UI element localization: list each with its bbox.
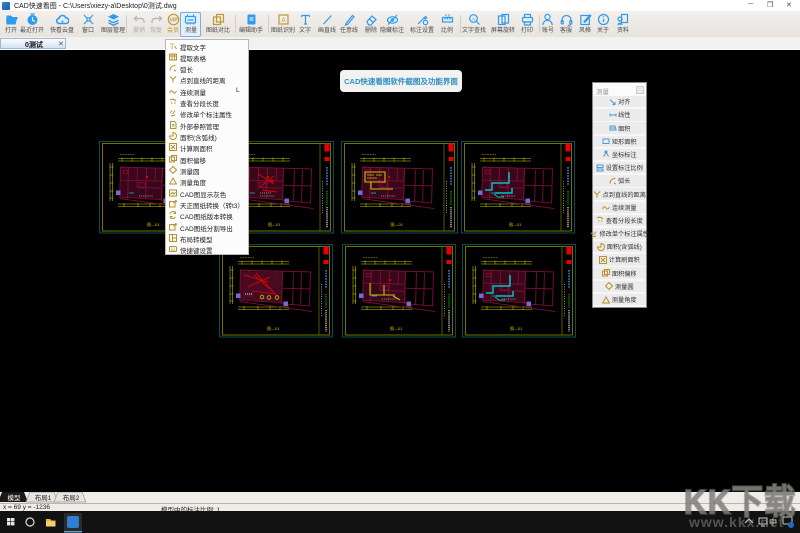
svg-text:布局2: 布局2 (63, 493, 80, 502)
svg-text:A: A (471, 16, 474, 21)
svg-text:图—01: 图—01 (509, 221, 522, 227)
svg-text:A:B: A:B (444, 14, 450, 18)
svg-text:图—01: 图—01 (147, 221, 160, 227)
svg-text:图—01: 图—01 (267, 325, 280, 331)
svg-text:布局1: 布局1 (35, 493, 52, 502)
svg-text:图—01: 图—01 (391, 221, 404, 227)
svg-text:模型: 模型 (8, 493, 22, 502)
svg-text:图—01: 图—01 (268, 221, 281, 227)
svg-text:图—01: 图—01 (510, 325, 523, 331)
svg-text:图—01: 图—01 (390, 325, 403, 331)
svg-text:A: A (281, 18, 285, 24)
